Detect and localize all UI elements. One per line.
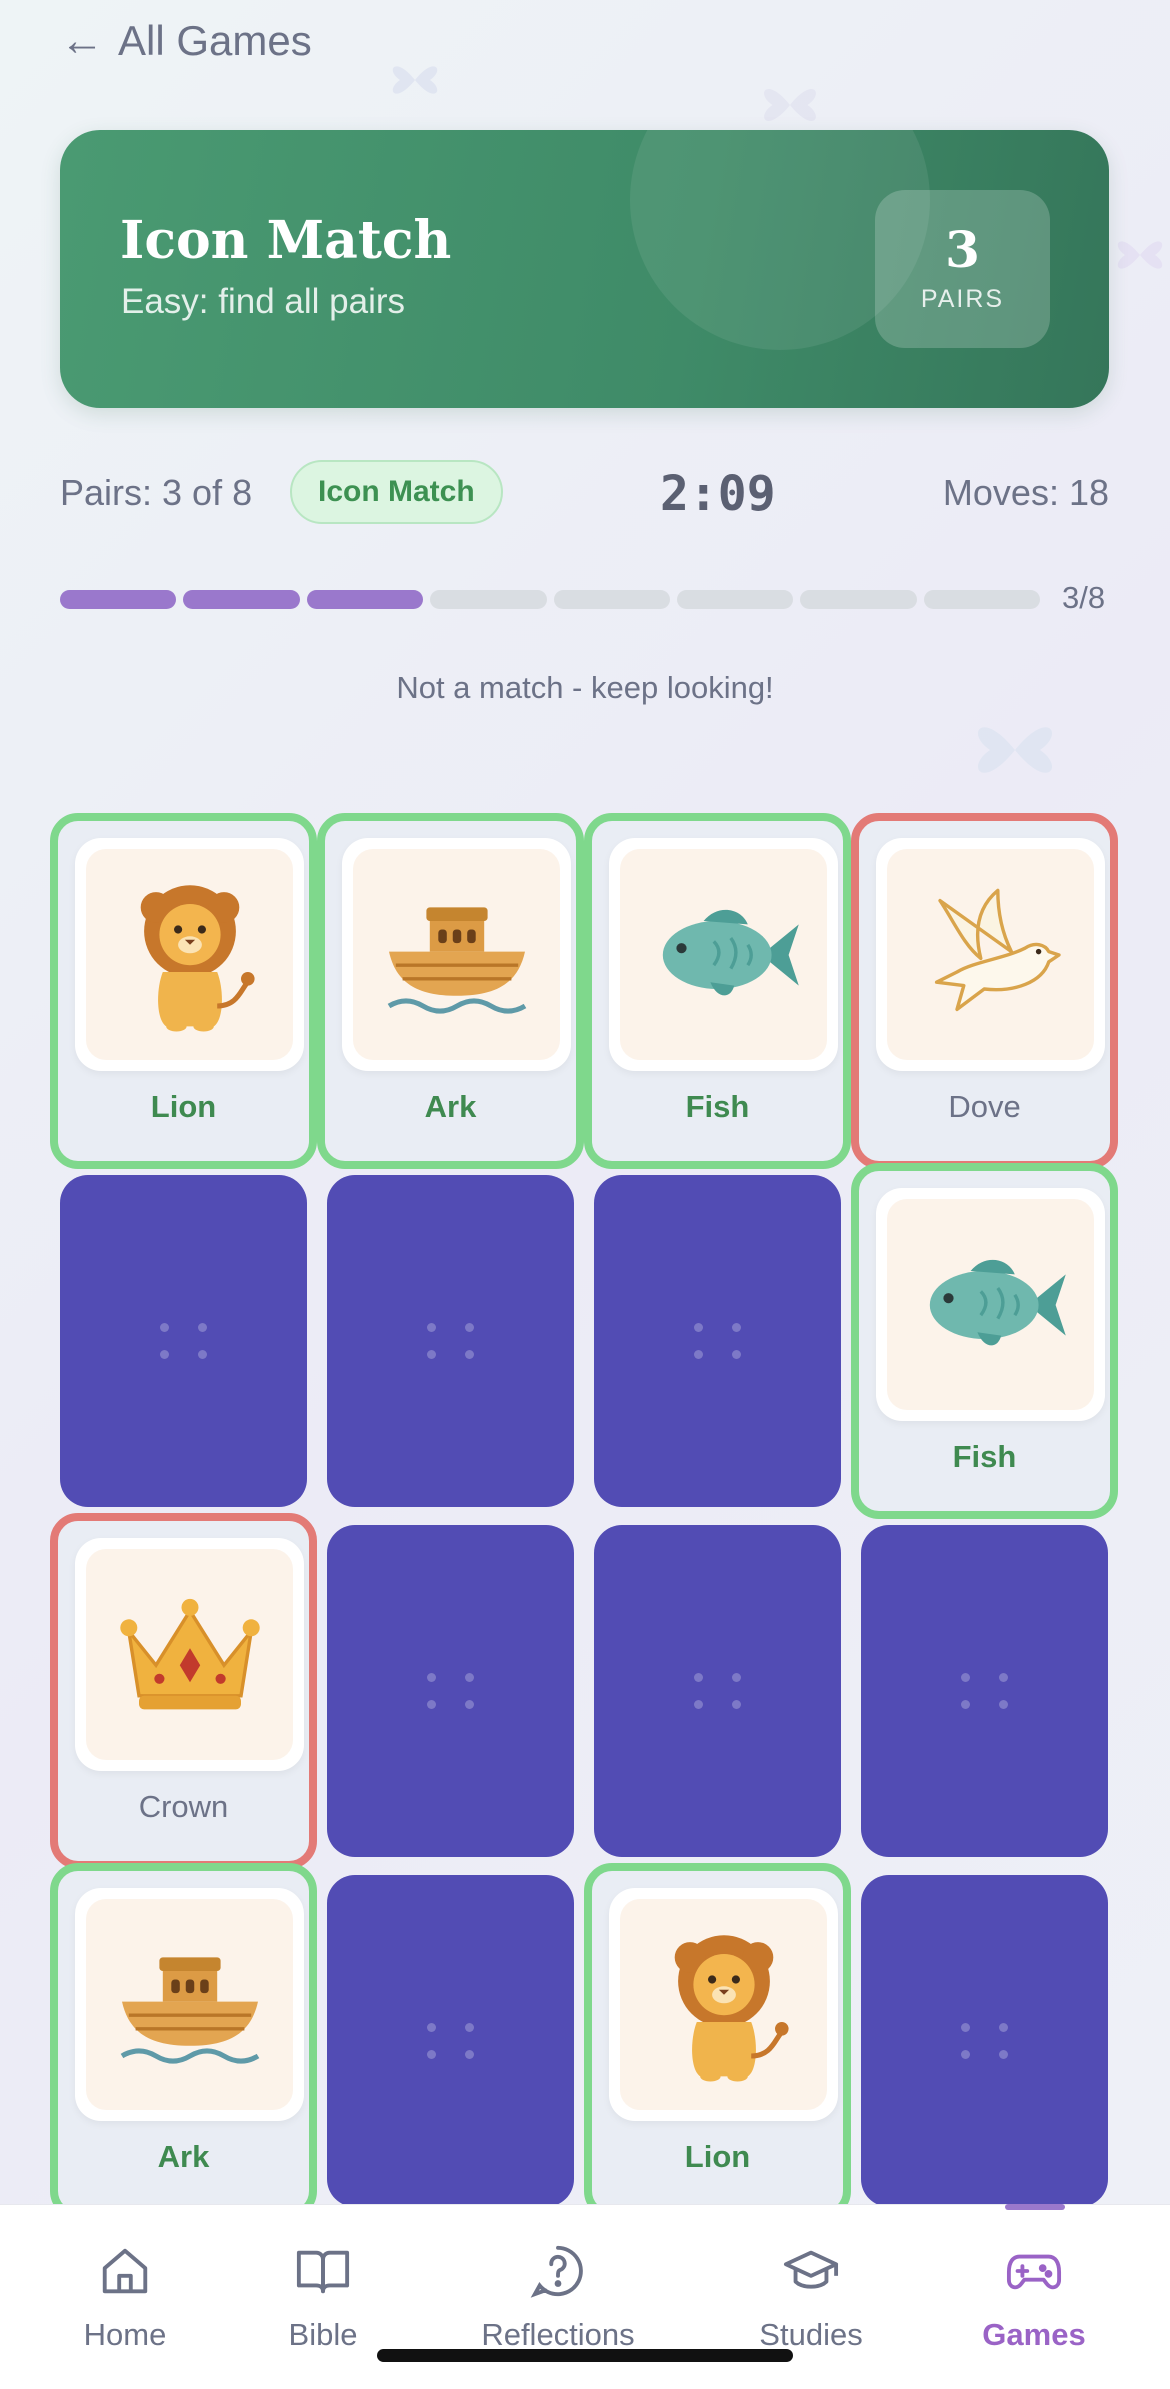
card-icon-frame [609,1888,838,2121]
dove-icon [887,849,1094,1060]
lion-icon [620,1899,827,2110]
butterfly-decoration-icon [392,66,438,94]
card-label: Crown [138,1789,229,1824]
feedback-message: Not a match - keep looking! [396,670,774,705]
tab-home[interactable]: Home [25,2243,225,2353]
pairs-found-text: Pairs: 3 of 8 [60,472,253,513]
home-icon [102,2248,148,2294]
card-label: Ark [424,1089,477,1124]
card-back-pattern [426,2023,475,2059]
progress-segment [676,590,794,609]
memory-card-facedown[interactable] [327,1175,574,1507]
card-icon-frame [609,838,838,1071]
memory-card-matched[interactable]: Ark [317,813,584,1169]
memory-card-facedown[interactable] [60,1175,307,1507]
card-label: Dove [948,1089,1021,1124]
game-status-bar: Pairs: 3 of 8 Icon Match 2:09 Moves: 18 [60,460,1109,526]
card-label: Ark [157,2139,210,2174]
crown-icon [86,1549,293,1760]
home-indicator [377,2349,793,2362]
progress-segment [183,590,300,609]
card-icon-frame [75,1538,304,1771]
progress-label: 3/8 [1062,580,1106,615]
pairs-total-label: PAIRS [920,284,1005,313]
game-title: Icon Match [120,210,452,271]
tab-reflections[interactable]: Reflections [458,2243,658,2353]
memory-card-facedown[interactable] [594,1175,841,1507]
tab-label: Studies [759,2317,863,2352]
card-back-pattern [960,1673,1009,1709]
tab-label: Games [982,2317,1086,2352]
progress-segment [923,590,1040,609]
card-back-pattern [426,1323,475,1359]
memory-card-mismatch[interactable]: Crown [50,1513,317,1869]
memory-card-matched[interactable]: Ark [50,1863,317,2219]
memory-card-facedown[interactable] [594,1525,841,1857]
memory-card-facedown[interactable] [861,1525,1108,1857]
butterfly-decoration-icon [1117,241,1163,269]
butterfly-decoration-icon [977,727,1053,773]
card-back-pattern [693,1323,742,1359]
card-back-pattern [693,1673,742,1709]
card-label: Lion [150,1089,217,1124]
progress-segment [553,590,670,609]
memory-card-facedown[interactable] [861,1875,1108,2207]
card-icon-frame [876,1188,1105,1421]
card-label: Fish [952,1439,1017,1474]
tab-label: Reflections [481,2317,635,2352]
card-back-pattern [159,1323,208,1359]
card-label: Fish [685,1089,750,1124]
tab-studies[interactable]: Studies [711,2243,911,2353]
card-back-pattern [426,1673,475,1709]
progress-segment [430,590,547,609]
tab-games[interactable]: Games [934,2243,1134,2353]
book-icon [296,2250,350,2294]
tab-label: Home [83,2317,167,2352]
fish-icon [887,1199,1094,1410]
pairs-total-number: 3 [945,219,980,279]
back-link-label: All Games [118,17,312,64]
tab-bible[interactable]: Bible [223,2243,423,2353]
card-icon-frame [75,838,304,1071]
lion-icon [86,849,293,1060]
pairs-progress-bar [60,590,1040,609]
ark-icon [86,1899,293,2110]
memory-card-mismatch[interactable]: Dove [851,813,1118,1169]
card-label: Lion [684,2139,751,2174]
arrow-left-icon: ← [60,16,104,65]
moves-count-text: Moves: 18 [942,472,1109,513]
graduation-cap-icon [783,2250,839,2289]
memory-card-matched[interactable]: Fish [851,1163,1118,1519]
memory-card-matched[interactable]: Fish [584,813,851,1169]
progress-segment [800,590,917,609]
fish-icon [620,849,827,1060]
card-icon-frame [876,838,1105,1071]
memory-card-matched[interactable]: Lion [50,813,317,1169]
game-header-card: Icon Match Easy: find all pairs 3 PAIRS [60,130,1109,408]
game-mode-chip: Icon Match [290,460,503,524]
gamepad-icon [1006,2254,1062,2290]
back-to-all-games-link[interactable]: ← All Games [60,14,312,68]
progress-segment [60,590,177,609]
card-icon-frame [342,838,571,1071]
ark-icon [353,849,560,1060]
card-icon-frame [75,1888,304,2121]
game-timer: 2:09 [660,466,776,522]
memory-card-matched[interactable]: Lion [584,1863,851,2219]
progress-segment [306,590,424,609]
pairs-total-badge: 3 PAIRS [875,190,1050,348]
memory-card-facedown[interactable] [327,1875,574,2207]
memory-card-facedown[interactable] [327,1525,574,1857]
active-tab-indicator [1005,2204,1065,2210]
tab-label: Bible [288,2317,358,2352]
game-subtitle: Easy: find all pairs [121,282,406,321]
card-back-pattern [960,2023,1009,2059]
question-bubble-icon [530,2245,583,2298]
